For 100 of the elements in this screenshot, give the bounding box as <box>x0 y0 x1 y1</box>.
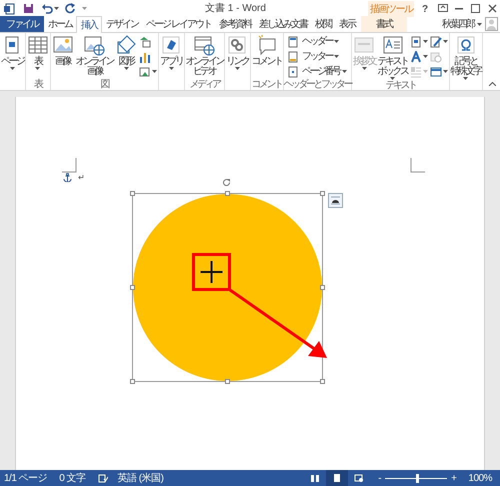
ribbon-button[interactable]: 図形 <box>114 33 138 79</box>
ribbon-button[interactable]: テキストボックス <box>376 33 408 80</box>
caret-icon <box>422 55 428 58</box>
ribbon-tab[interactable]: ページ レイアウト <box>142 16 215 32</box>
ribbon-tab[interactable]: ホーム <box>44 16 76 32</box>
group-label: メディア <box>189 79 220 90</box>
resize-handle[interactable] <box>225 379 230 384</box>
layout-options-icon[interactable] <box>328 193 343 208</box>
resize-handle[interactable] <box>225 191 230 196</box>
zoom-level[interactable]: 100% <box>468 470 492 486</box>
ribbon-tab[interactable]: 挿入 <box>76 16 102 33</box>
ribbon-icon-button[interactable] <box>139 65 157 78</box>
ribbon-tab[interactable]: 差し込み文書 <box>254 16 311 32</box>
resize-handle[interactable] <box>130 379 135 384</box>
contextual-tab-label: 描画ツール <box>368 1 414 17</box>
anchor-icon <box>63 173 72 182</box>
ribbon-menu-button[interactable]: ページ番号 <box>288 65 346 78</box>
drop-cap-icon <box>410 66 422 78</box>
page-count[interactable]: 1/1 ページ <box>4 470 48 486</box>
zoom-out-button[interactable]: - <box>378 470 382 486</box>
ribbon-button[interactable]: コメント <box>250 33 282 79</box>
undo-icon[interactable] <box>42 3 53 14</box>
ribbon-tab[interactable]: 校閲 <box>310 16 335 32</box>
caret-icon <box>54 7 59 10</box>
proofing-icon[interactable] <box>98 474 108 482</box>
ribbon-button[interactable]: 記号と特殊文字 <box>450 33 482 80</box>
caret-icon <box>362 67 367 70</box>
caret-icon <box>334 40 339 43</box>
header-icon <box>288 36 300 48</box>
user-name[interactable]: 秋葉四郎 <box>442 17 474 32</box>
group-label: ヘッダーとフッター <box>284 79 351 90</box>
footer-icon <box>288 50 300 62</box>
caret-icon <box>442 70 448 73</box>
caret-icon <box>334 55 339 58</box>
screenshot-icon <box>139 66 151 78</box>
quick-parts-icon <box>410 36 422 48</box>
signature-icon <box>430 36 442 48</box>
group-label: 図 <box>100 79 108 90</box>
zoom-in-button[interactable]: + <box>451 470 456 486</box>
resize-handle[interactable] <box>130 285 135 290</box>
ribbon-tab[interactable]: 書式 <box>360 16 407 32</box>
resize-handle[interactable] <box>130 191 135 196</box>
wordart-icon <box>410 50 422 62</box>
ribbon-tab[interactable]: 参考資料 <box>214 16 255 32</box>
ribbon-button[interactable]: リンク <box>225 33 250 79</box>
resize-handle[interactable] <box>320 379 325 384</box>
caret-icon <box>168 67 174 70</box>
zoom-slider-thumb[interactable] <box>416 474 420 482</box>
caret-icon <box>10 67 15 70</box>
caret-icon <box>442 40 448 43</box>
caret-icon <box>390 77 395 80</box>
highlight-box <box>192 253 231 291</box>
corner-mark <box>62 158 77 173</box>
caret-icon <box>342 70 346 73</box>
ribbon-menu-button[interactable]: ヘッダー <box>288 35 346 48</box>
redo-icon[interactable] <box>65 3 76 14</box>
paragraph-mark: ↵ <box>78 174 85 182</box>
ribbon-button[interactable]: ページ <box>0 33 24 79</box>
ribbon-icon-button[interactable] <box>410 50 428 63</box>
caret-icon <box>422 40 428 43</box>
view-button[interactable] <box>326 470 348 486</box>
ribbon-button[interactable]: 表 <box>26 33 50 79</box>
ribbon-menu-button[interactable]: フッター <box>288 50 346 63</box>
ribbon-tab[interactable]: デザイン <box>102 16 142 32</box>
ribbon-tab[interactable]: ファイル <box>0 16 44 32</box>
resize-handle[interactable] <box>320 191 325 196</box>
smartart-icon <box>139 36 151 48</box>
rotate-handle-icon[interactable] <box>222 178 231 187</box>
help-button[interactable]: ? <box>422 2 428 17</box>
chart-icon <box>139 50 151 62</box>
group-label: 表 <box>34 79 42 90</box>
window-title: 文書 1 - Word <box>205 2 266 16</box>
collapse-ribbon-icon[interactable] <box>489 82 496 86</box>
word-logo-icon <box>3 2 15 14</box>
word-count[interactable]: 0 文字 <box>59 470 86 486</box>
minimize-icon[interactable] <box>455 8 463 10</box>
ribbon-tab[interactable]: 表示 <box>334 16 359 32</box>
maximize-icon[interactable] <box>471 4 480 13</box>
caret-icon <box>152 70 157 73</box>
date-icon <box>430 50 442 62</box>
ribbon-button[interactable]: 画像 <box>50 33 74 79</box>
ribbon-button[interactable]: オンライン画像 <box>74 33 114 79</box>
ribbon-button[interactable]: オンラインビデオ <box>184 33 224 79</box>
language-status[interactable]: 英語 (米国) <box>118 470 164 486</box>
ribbon-icon-button[interactable] <box>430 35 448 48</box>
caret-icon <box>422 70 428 73</box>
caret-icon <box>35 67 40 70</box>
save-icon[interactable] <box>23 3 34 14</box>
corner-mark <box>410 158 425 173</box>
ribbon-icon-button[interactable] <box>430 65 448 78</box>
close-icon[interactable] <box>488 4 497 13</box>
caret-icon <box>124 67 128 70</box>
caret-icon <box>82 7 87 10</box>
resize-handle[interactable] <box>320 285 325 290</box>
ribbon-display-icon[interactable] <box>438 4 448 12</box>
group-label: テキスト <box>385 80 416 91</box>
caret-icon <box>234 67 240 70</box>
ribbon-icon-button[interactable] <box>410 35 428 48</box>
page-number-icon <box>288 66 300 78</box>
ribbon-button[interactable]: アプリ <box>159 33 184 79</box>
